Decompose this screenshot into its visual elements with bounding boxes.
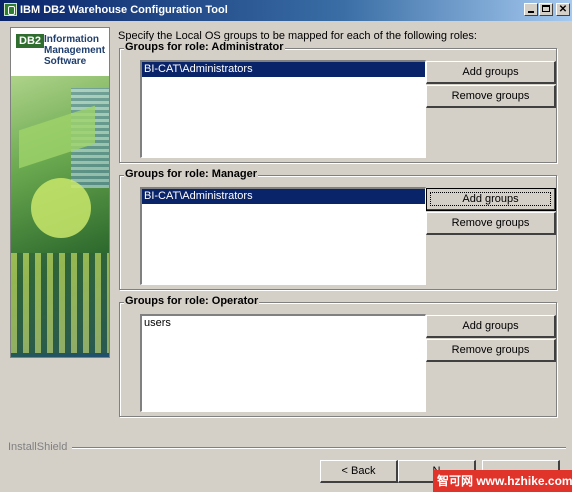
group-manager: Groups for role: Manager BI-CAT\Administ… [119, 168, 557, 290]
remove-groups-button[interactable]: Remove groups [426, 85, 556, 108]
side-banner: DB2 Information Management Software [10, 27, 110, 358]
add-groups-button[interactable]: Add groups [426, 188, 556, 211]
close-icon: ✕ [558, 4, 568, 15]
remove-groups-button[interactable]: Remove groups [426, 339, 556, 362]
banner-text-line: Management [44, 45, 106, 56]
window-title: IBM DB2 Warehouse Configuration Tool [20, 4, 228, 16]
add-groups-button[interactable]: Add groups [426, 315, 556, 338]
banner-text-line: Software [44, 56, 87, 67]
minimize-icon [528, 11, 534, 13]
manager-groups-list[interactable]: BI-CAT\Administrators [140, 187, 426, 285]
group-title: Groups for role: Manager [124, 168, 259, 180]
maximize-icon [542, 5, 550, 12]
banner-title: Information Management Software [44, 34, 108, 67]
app-icon [4, 3, 17, 16]
list-item[interactable]: BI-CAT\Administrators [142, 62, 425, 77]
footer-divider [72, 447, 566, 449]
minimize-button[interactable] [524, 3, 538, 16]
add-groups-button[interactable]: Add groups [426, 61, 556, 84]
banner-decoration [31, 178, 91, 238]
banner-header: DB2 Information Management Software [11, 28, 109, 76]
installshield-label: InstallShield [8, 441, 68, 453]
group-title: Groups for role: Administrator [124, 41, 285, 53]
banner-text-line: Information [44, 34, 99, 45]
remove-groups-button[interactable]: Remove groups [426, 212, 556, 235]
group-administrator: Groups for role: Administrator BI-CAT\Ad… [119, 41, 557, 163]
group-title: Groups for role: Operator [124, 295, 260, 307]
db2-logo: DB2 [16, 34, 45, 48]
maximize-button[interactable] [539, 3, 553, 16]
list-item[interactable]: users [142, 316, 425, 331]
list-item[interactable]: BI-CAT\Administrators [142, 189, 425, 204]
banner-decoration [11, 253, 109, 353]
back-button[interactable]: < Back [320, 460, 398, 483]
close-button[interactable]: ✕ [556, 3, 570, 16]
administrator-groups-list[interactable]: BI-CAT\Administrators [140, 60, 426, 158]
operator-groups-list[interactable]: users [140, 314, 426, 412]
watermark: 智可网 www.hzhike.com [433, 470, 572, 492]
group-operator: Groups for role: Operator users Add grou… [119, 295, 557, 417]
title-bar[interactable]: IBM DB2 Warehouse Configuration Tool ✕ [0, 0, 572, 21]
